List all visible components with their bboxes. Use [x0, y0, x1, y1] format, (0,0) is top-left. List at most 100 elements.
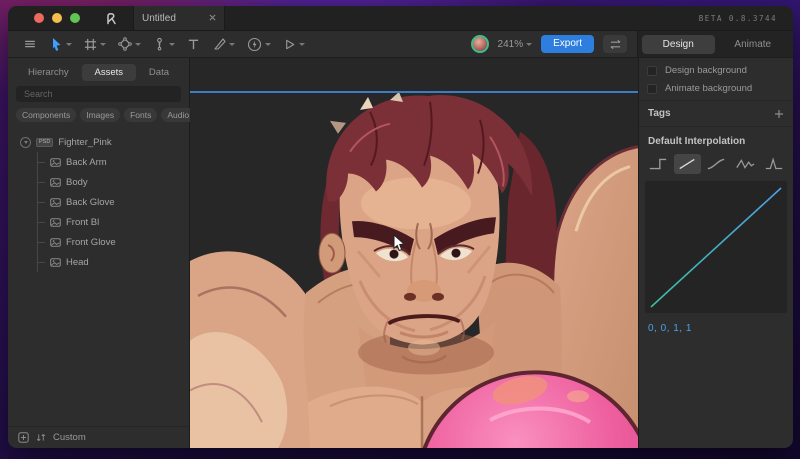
play-icon: [286, 39, 295, 49]
psd-file-badge: PSD: [36, 137, 54, 147]
asset-search[interactable]: [16, 86, 181, 102]
linear-curve-icon: [679, 158, 695, 170]
curve-values-label: 0, 0, 1, 1: [648, 323, 692, 334]
close-tab-icon[interactable]: [209, 13, 216, 24]
file-tab-title: Untitled: [142, 12, 176, 24]
tab-assets[interactable]: Assets: [81, 64, 137, 81]
design-background-label: Design background: [665, 65, 747, 76]
events-tool-button[interactable]: [242, 33, 276, 55]
interpolation-curve-graph[interactable]: [645, 181, 787, 313]
asset-item-label: Back Arm: [66, 156, 107, 168]
minimize-window-button[interactable]: [52, 13, 62, 23]
design-mode-button[interactable]: Design: [642, 34, 715, 54]
artboard-top-edge[interactable]: [190, 91, 638, 93]
toolbar: 241% Export Design Animate: [8, 30, 793, 58]
tab-hierarchy[interactable]: Hierarchy: [20, 64, 77, 81]
mode-toggle: Design Animate: [637, 31, 793, 57]
main-menu-button[interactable]: [18, 33, 42, 55]
interpolation-header: Default Interpolation: [648, 136, 746, 147]
pen-tool-button[interactable]: [113, 33, 146, 55]
image-icon: [50, 257, 61, 267]
add-square-icon[interactable]: [18, 432, 29, 443]
play-tool-button[interactable]: [278, 33, 310, 55]
asset-item[interactable]: Front Glove: [38, 232, 189, 252]
asset-item-label: Body: [66, 176, 88, 188]
transfer-arrows-icon: [610, 39, 620, 49]
export-button[interactable]: Export: [541, 35, 594, 53]
sort-mode-label[interactable]: Custom: [53, 432, 86, 443]
chevron-down-icon[interactable]: [265, 42, 271, 46]
asset-item-label: Back Glove: [66, 196, 115, 208]
zoom-level-value: 241%: [497, 38, 524, 50]
graph-curve-icon: [765, 157, 782, 170]
filter-components[interactable]: Components: [16, 108, 77, 122]
asset-item[interactable]: Back Glove: [38, 192, 189, 212]
rive-editor-window: Untitled BETA 0.8.3744 241% Export Desig…: [8, 6, 793, 448]
add-tag-icon[interactable]: [774, 109, 784, 119]
interp-graph-button[interactable]: [760, 154, 787, 174]
main-content: Hierarchy Assets Data Components Images …: [8, 58, 793, 448]
zoom-level-dropdown[interactable]: 241%: [498, 39, 533, 50]
artboard-tool-button[interactable]: [79, 33, 111, 55]
image-icon: [50, 157, 61, 167]
bone-tool-button[interactable]: [148, 33, 180, 55]
desktop-background: Untitled BETA 0.8.3744 241% Export Desig…: [0, 0, 800, 459]
chevron-down-icon[interactable]: [299, 42, 305, 46]
filter-fonts[interactable]: Fonts: [124, 108, 158, 122]
filter-images[interactable]: Images: [80, 108, 121, 122]
chevron-down-icon[interactable]: [66, 42, 72, 46]
animate-mode-button[interactable]: Animate: [717, 35, 790, 54]
asset-group-label: Fighter_Pink: [58, 136, 112, 148]
animate-background-label: Animate background: [665, 83, 753, 94]
user-avatar[interactable]: [470, 35, 489, 53]
asset-item-label: Head: [66, 256, 89, 268]
canvas[interactable]: [190, 58, 638, 448]
fighter-artwork[interactable]: [190, 92, 638, 448]
expand-chevron-icon[interactable]: [20, 136, 31, 148]
asset-item[interactable]: Front Bl: [38, 212, 189, 232]
search-input[interactable]: [22, 88, 175, 100]
asset-children: Back Arm Body Back Glove Front Bl Front …: [37, 152, 189, 272]
mouse-cursor-icon: [393, 234, 406, 252]
chevron-down-icon[interactable]: [169, 42, 175, 46]
design-background-row: Design background: [647, 65, 785, 76]
chevron-down-icon: [526, 42, 533, 46]
share-button[interactable]: [603, 35, 627, 53]
rive-logo-icon: [104, 12, 117, 25]
tool-group: [18, 33, 310, 55]
interp-linear-button[interactable]: [673, 154, 701, 174]
interp-elastic-button[interactable]: [731, 154, 758, 174]
interp-cubic-button[interactable]: [703, 154, 730, 174]
tags-section: Tags: [639, 100, 793, 127]
select-tool-button[interactable]: [44, 33, 77, 55]
chevron-down-icon[interactable]: [135, 42, 141, 46]
asset-item[interactable]: Back Arm: [38, 152, 189, 172]
maximize-window-button[interactable]: [70, 13, 80, 23]
hamburger-menu-icon: [25, 40, 35, 48]
animate-background-checkbox[interactable]: [647, 83, 657, 94]
sort-order-icon[interactable]: [36, 432, 46, 443]
bone-icon: [157, 37, 162, 51]
image-icon: [50, 197, 61, 207]
knife-tool-button[interactable]: [207, 33, 240, 55]
asset-item[interactable]: Body: [38, 172, 189, 192]
tab-data[interactable]: Data: [141, 64, 177, 81]
animate-background-row: Animate background: [647, 83, 785, 94]
cubic-curve-icon: [707, 158, 725, 170]
chevron-down-icon[interactable]: [100, 42, 106, 46]
chevron-down-icon[interactable]: [229, 42, 235, 46]
asset-item-label: Front Glove: [66, 236, 116, 248]
artboard-icon: [84, 38, 97, 50]
text-icon: [188, 39, 199, 49]
background-options: Design background Animate background: [639, 58, 793, 100]
asset-item-label: Front Bl: [66, 216, 100, 228]
text-tool-button[interactable]: [182, 33, 205, 55]
select-cursor-icon: [53, 37, 61, 51]
titlebar: Untitled BETA 0.8.3744: [8, 6, 793, 30]
close-window-button[interactable]: [34, 13, 44, 23]
interp-hold-button[interactable]: [645, 154, 672, 174]
design-background-checkbox[interactable]: [647, 65, 657, 76]
asset-group-row[interactable]: PSD Fighter_Pink: [20, 132, 189, 152]
asset-item[interactable]: Head: [38, 252, 189, 272]
file-tab[interactable]: Untitled: [133, 6, 225, 30]
